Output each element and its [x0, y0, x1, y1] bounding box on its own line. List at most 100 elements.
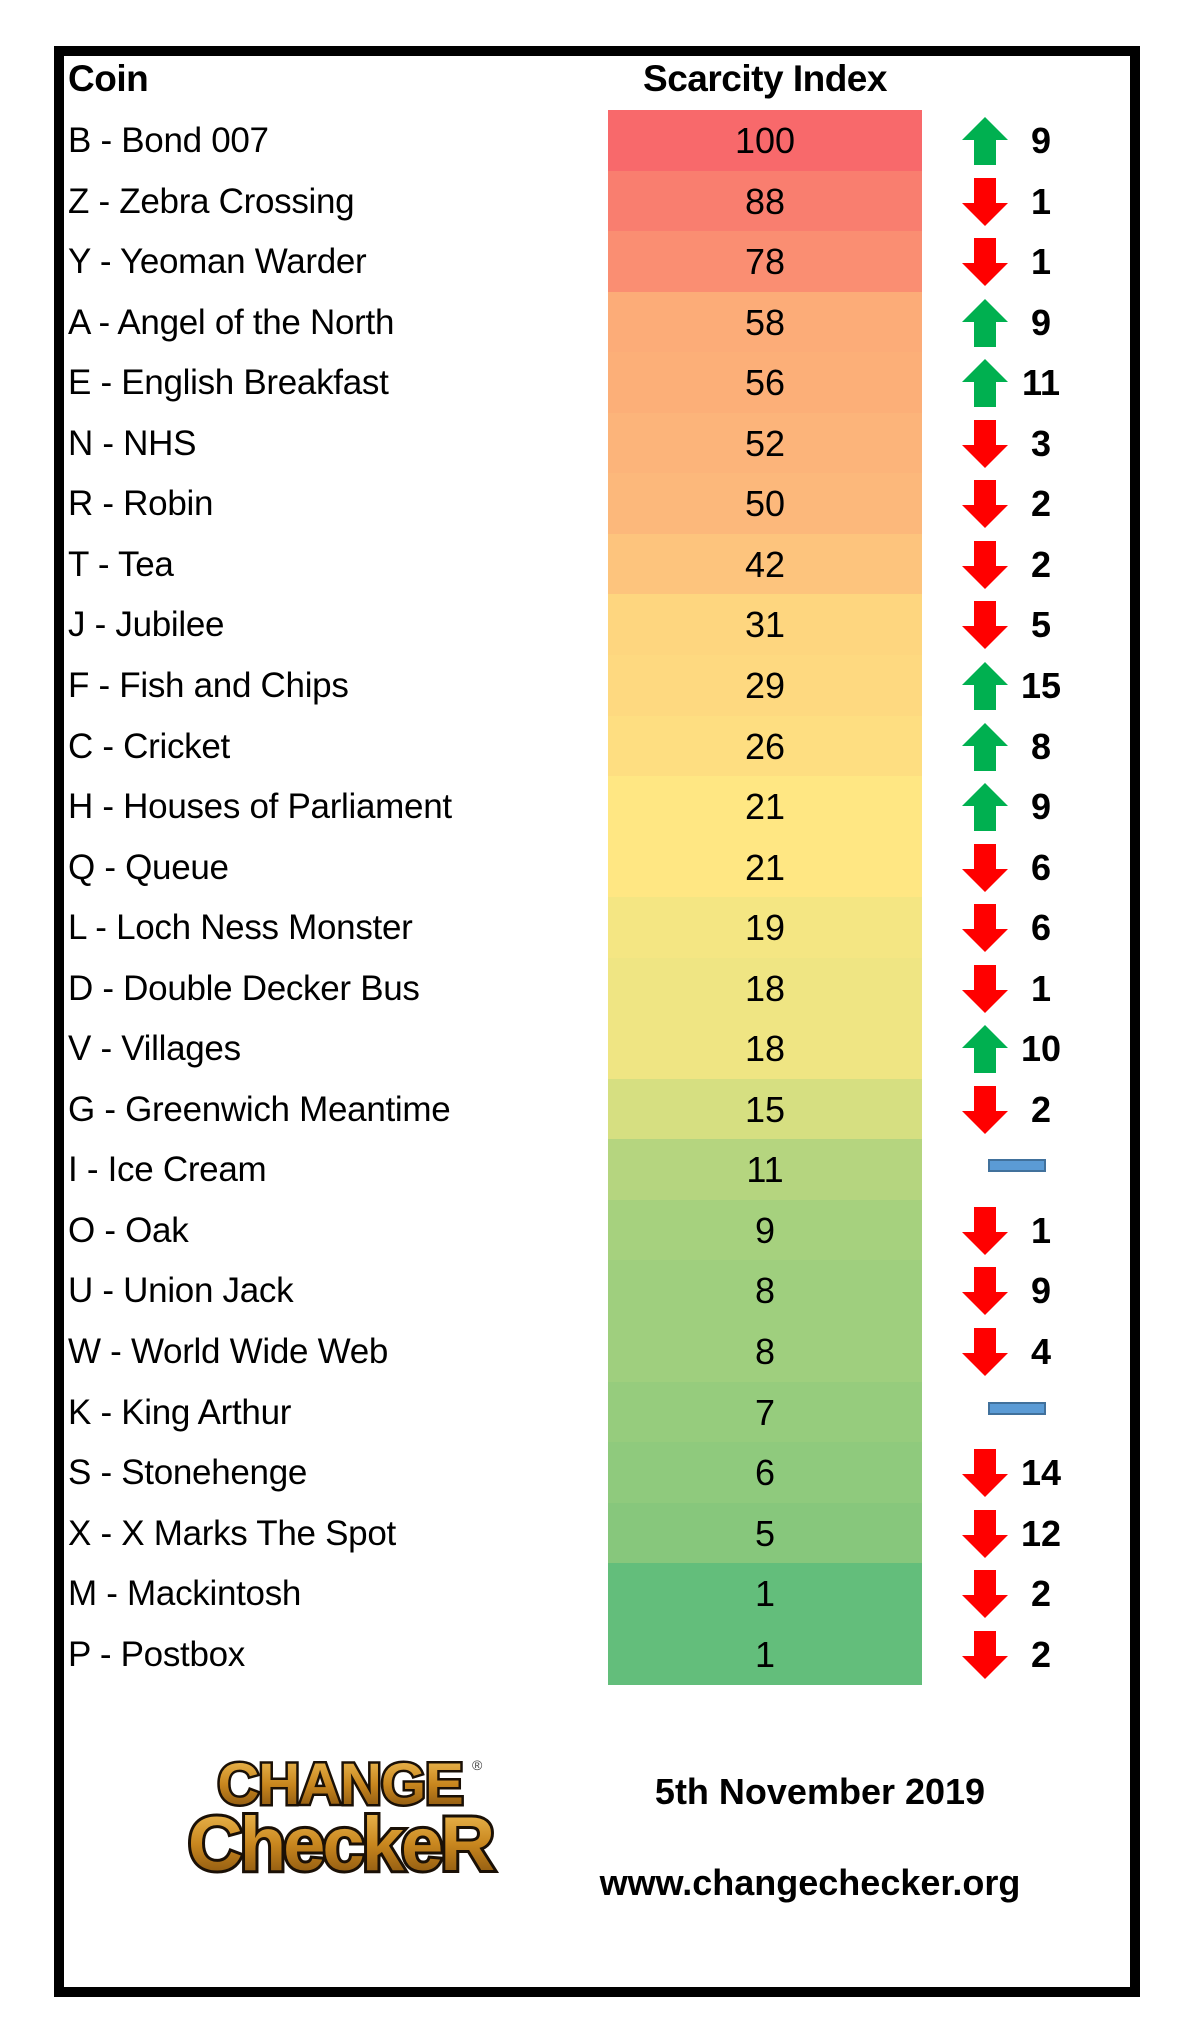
table-row: M - Mackintosh 1 2: [0, 1563, 1201, 1625]
coin-name: E - English Breakfast: [68, 363, 389, 403]
rank-change-value: 11: [1021, 362, 1061, 404]
scarcity-index-value: 21: [608, 776, 922, 838]
table-row: G - Greenwich Meantime 15 2: [0, 1078, 1201, 1140]
rank-change-value: 4: [1030, 1331, 1052, 1372]
scarcity-index-value: 1: [608, 1623, 922, 1685]
scarcity-index-column-header: Scarcity Index: [643, 58, 887, 99]
rank-change-value: 3: [1030, 422, 1052, 464]
table-row: B - Bond 007 100 9: [0, 110, 1201, 171]
arrow-up-icon: [962, 661, 1008, 710]
arrow-down-icon: [962, 1267, 1008, 1316]
scarcity-index-value: 21: [608, 836, 922, 898]
rank-change-value: 9: [1030, 1270, 1052, 1312]
arrow-down-icon: [962, 540, 1008, 589]
coin-name: F - Fish and Chips: [68, 665, 349, 705]
scarcity-index-value: 50: [608, 473, 922, 535]
coin-name: O - Oak: [68, 1210, 189, 1250]
table-row: Q - Queue 21 6: [0, 836, 1201, 898]
arrow-down-icon: [962, 177, 1008, 226]
scarcity-index-value: 1: [608, 1563, 922, 1625]
coin-column-header: Coin: [68, 58, 149, 99]
report-date: 5th November 2019: [654, 1771, 986, 1812]
rank-change-value: 1: [1030, 241, 1052, 283]
arrow-down-icon: [962, 1509, 1008, 1558]
coin-name: K - King Arthur: [68, 1392, 292, 1432]
rank-change-value: 12: [1020, 1512, 1062, 1554]
rank-change-value: 2: [1030, 1088, 1052, 1130]
arrow-down-icon: [962, 1328, 1008, 1376]
table-row: K - King Arthur 7: [0, 1381, 1201, 1443]
scarcity-index-value: 5: [608, 1502, 922, 1564]
table-row: O - Oak 9 1: [0, 1199, 1201, 1261]
coin-name: H - Houses of Parliament: [68, 787, 452, 827]
arrow-down-icon: [962, 964, 1008, 1013]
coin-name: B - Bond 007: [68, 121, 269, 160]
logo-registered-mark: ®: [472, 1757, 483, 1773]
no-change-dash-icon: [988, 1401, 1046, 1415]
table-row: F - Fish and Chips 29 15: [0, 654, 1201, 716]
arrow-up-icon: [962, 359, 1008, 408]
rank-change-value: 10: [1020, 1028, 1062, 1070]
table-row: N - NHS 52 3: [0, 412, 1201, 474]
coin-name: Q - Queue: [68, 847, 229, 887]
arrow-down-icon: [962, 1449, 1008, 1498]
table-row: C - Cricket 26 8: [0, 715, 1201, 777]
rank-change-value: 9: [1030, 120, 1052, 161]
rank-change-value: 2: [1030, 1573, 1052, 1615]
scarcity-index-value: 52: [608, 412, 922, 474]
scarcity-index-value: 8: [608, 1321, 922, 1382]
arrow-down-icon: [962, 843, 1008, 892]
coin-name: C - Cricket: [68, 726, 230, 766]
table-row: T - Tea 42 2: [0, 533, 1201, 595]
scarcity-index-value: 56: [608, 352, 922, 414]
website-link[interactable]: www.changechecker.org: [560, 1858, 1060, 1908]
table-row: S - Stonehenge 6 14: [0, 1442, 1201, 1504]
table-row: R - Robin 50 2: [0, 473, 1201, 535]
rank-change-value: 2: [1030, 483, 1052, 525]
scarcity-index-value: 15: [608, 1078, 922, 1140]
table-row: Z - Zebra Crossing 88 1: [0, 170, 1201, 232]
coin-name: X - X Marks The Spot: [68, 1513, 396, 1553]
scarcity-index-value: 18: [608, 1018, 922, 1080]
no-change-dash-icon: [988, 1159, 1046, 1173]
table-row: V - Villages 18 10: [0, 1018, 1201, 1080]
scarcity-index-value: 7: [608, 1381, 922, 1443]
arrow-down-icon: [962, 1570, 1008, 1619]
scarcity-index-value: 100: [608, 110, 922, 171]
coin-name: T - Tea: [68, 544, 174, 584]
arrow-down-icon: [962, 601, 1008, 650]
coin-name: Y - Yeoman Warder: [68, 242, 367, 282]
arrow-up-icon: [962, 1025, 1008, 1074]
scarcity-index-value: 78: [608, 231, 922, 293]
coin-name: V - Villages: [68, 1029, 241, 1069]
table-row: H - Houses of Parliament 21 9: [0, 776, 1201, 838]
scarcity-index-value: 31: [608, 594, 922, 656]
table-row: W - World Wide Web 8 4: [0, 1321, 1201, 1382]
coin-name: G - Greenwich Meantime: [68, 1089, 451, 1129]
scarcity-index-value: 6: [608, 1442, 922, 1504]
table-row: X - X Marks The Spot 5 12: [0, 1502, 1201, 1564]
rank-change-value: 9: [1030, 301, 1052, 343]
arrow-down-icon: [962, 480, 1008, 529]
rank-change-value: 6: [1030, 846, 1052, 888]
scarcity-index-value: 26: [608, 715, 922, 777]
coin-name: S - Stonehenge: [68, 1453, 308, 1493]
coin-name: W - World Wide Web: [68, 1332, 389, 1371]
table-row: D - Double Decker Bus 18 1: [0, 957, 1201, 1019]
coin-name: J - Jubilee: [68, 605, 225, 645]
table-row: Y - Yeoman Warder 78 1: [0, 231, 1201, 293]
rank-change-value: 15: [1020, 664, 1062, 706]
arrow-down-icon: [962, 1085, 1008, 1134]
scarcity-index-value: 8: [608, 1260, 922, 1322]
coin-name: A - Angel of the North: [68, 302, 395, 342]
coin-name: D - Double Decker Bus: [68, 968, 420, 1008]
arrow-up-icon: [962, 783, 1008, 832]
table-row: L - Loch Ness Monster 19 6: [0, 897, 1201, 959]
scarcity-index-value: 9: [608, 1199, 922, 1261]
rank-change-value: 1: [1030, 1209, 1052, 1251]
rank-change-value: 1: [1030, 180, 1052, 222]
rank-change-value: 2: [1030, 1633, 1052, 1675]
rank-change-value: 5: [1030, 604, 1052, 646]
arrow-up-icon: [962, 298, 1008, 347]
rank-change-value: 14: [1020, 1452, 1062, 1494]
